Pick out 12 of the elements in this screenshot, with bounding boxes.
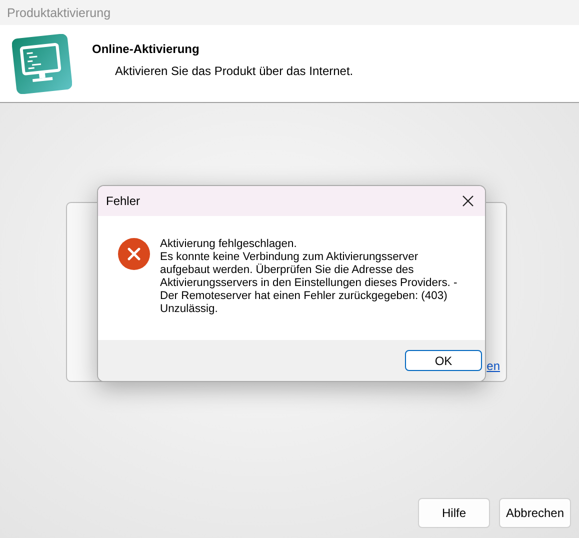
close-icon (462, 195, 474, 207)
header-subtitle: Aktivieren Sie das Produkt über das Internet. (114, 64, 354, 78)
monitor-icon (12, 34, 72, 94)
ok-button[interactable]: OK (405, 350, 482, 371)
dialog-button[interactable]: Abbrechen (499, 498, 571, 528)
dialog-button[interactable]: Hilfe (418, 498, 490, 528)
header-title: Online-Aktivierung (92, 42, 200, 56)
window-title: Produktaktivierung (7, 6, 111, 20)
error-icon (118, 238, 150, 270)
dialog-title: Fehler (106, 194, 140, 208)
error-message: Aktivierung fehlgeschlagen. Es konnte keine Verbindung zum Aktivierungsserver aufgebaut werden. Überprüfen Sie die Adresse des Aktivierungsservers in den Einstellungen dieses Providers. - Der Remoteserver hat einen Fehler zurückgegeben: (403) Unzulässig. (160, 238, 458, 317)
card-link[interactable]: en (486, 359, 500, 373)
